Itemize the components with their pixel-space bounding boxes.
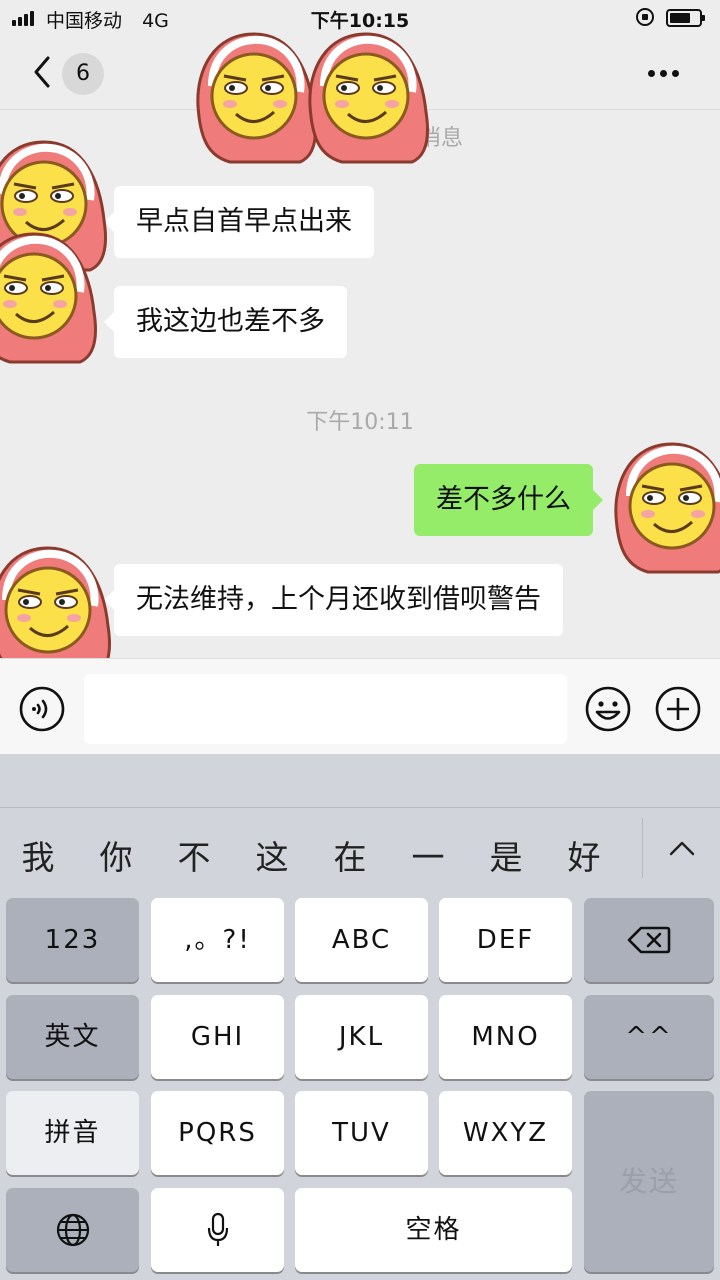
candidate-divider	[642, 818, 643, 878]
sticker-avatar-icon[interactable]	[302, 26, 432, 166]
key-punctuation[interactable]: ,。?!	[151, 898, 284, 982]
globe-icon	[56, 1213, 89, 1247]
emoji-icon[interactable]	[584, 685, 632, 733]
unread-count-badge[interactable]: 6	[62, 53, 104, 95]
plus-icon[interactable]	[654, 685, 702, 733]
candidate-word[interactable]: 你	[96, 831, 136, 879]
backspace-key[interactable]	[584, 898, 714, 982]
message-bubble-incoming[interactable]: 早点自首早点出来	[104, 186, 374, 258]
backspace-icon	[627, 926, 671, 954]
key-jkl[interactable]: JKL	[295, 995, 428, 1079]
key-wxyz[interactable]: WXYZ	[439, 1091, 572, 1175]
candidate-word[interactable]: 不	[174, 831, 214, 879]
key-pqrs[interactable]: PQRS	[151, 1091, 284, 1175]
candidate-word[interactable]: 一	[408, 831, 448, 879]
key-abc[interactable]: ABC	[295, 898, 428, 982]
rotation-lock-icon	[636, 8, 654, 26]
microphone-key[interactable]	[151, 1188, 284, 1272]
more-options-icon[interactable]	[642, 70, 682, 78]
chat-input-bar	[0, 658, 720, 754]
keyboard-toolbar	[0, 754, 720, 808]
message-bubble-incoming[interactable]: 无法维持，上个月还收到借呗警告	[104, 564, 563, 636]
ime-keyboard: 我 你 不 这 在 一 是 好 123 ,。?! ABC DEF 英文 GHI …	[0, 754, 720, 1280]
voice-input-icon[interactable]	[18, 685, 66, 733]
sticker-avatar-icon[interactable]	[0, 226, 100, 366]
key-mno[interactable]: MNO	[439, 995, 572, 1079]
key-pinyin[interactable]: 拼音	[6, 1091, 139, 1175]
chevron-up-icon[interactable]	[668, 838, 696, 858]
candidate-word[interactable]: 是	[486, 831, 526, 879]
message-timestamp: 下午10:11	[306, 410, 414, 435]
battery-icon	[666, 9, 705, 27]
sticker-avatar-icon[interactable]	[608, 436, 720, 576]
microphone-icon	[207, 1212, 228, 1246]
candidate-word[interactable]: 这	[252, 831, 292, 879]
back-chevron-icon[interactable]	[28, 54, 58, 90]
sticker-avatar-icon[interactable]	[190, 26, 320, 166]
key-tuv[interactable]: TUV	[295, 1091, 428, 1175]
candidate-word[interactable]: 我	[18, 831, 58, 879]
candidate-bar: 我 你 不 这 在 一 是 好	[0, 809, 720, 889]
candidate-word[interactable]: 在	[330, 831, 370, 879]
globe-key[interactable]	[6, 1188, 139, 1272]
key-ghi[interactable]: GHI	[151, 995, 284, 1079]
space-key[interactable]: 空格	[295, 1188, 572, 1272]
key-def[interactable]: DEF	[439, 898, 572, 982]
key-emoticon[interactable]: ^^	[584, 995, 714, 1079]
key-english[interactable]: 英文	[6, 995, 139, 1079]
candidate-word[interactable]: 好	[564, 831, 604, 879]
send-button[interactable]: 发送	[584, 1091, 714, 1272]
message-input[interactable]	[84, 674, 567, 744]
message-bubble-outgoing[interactable]: 差不多什么	[414, 464, 603, 536]
key-123[interactable]: 123	[6, 898, 139, 982]
message-bubble-incoming[interactable]: 我这边也差不多	[104, 286, 347, 358]
